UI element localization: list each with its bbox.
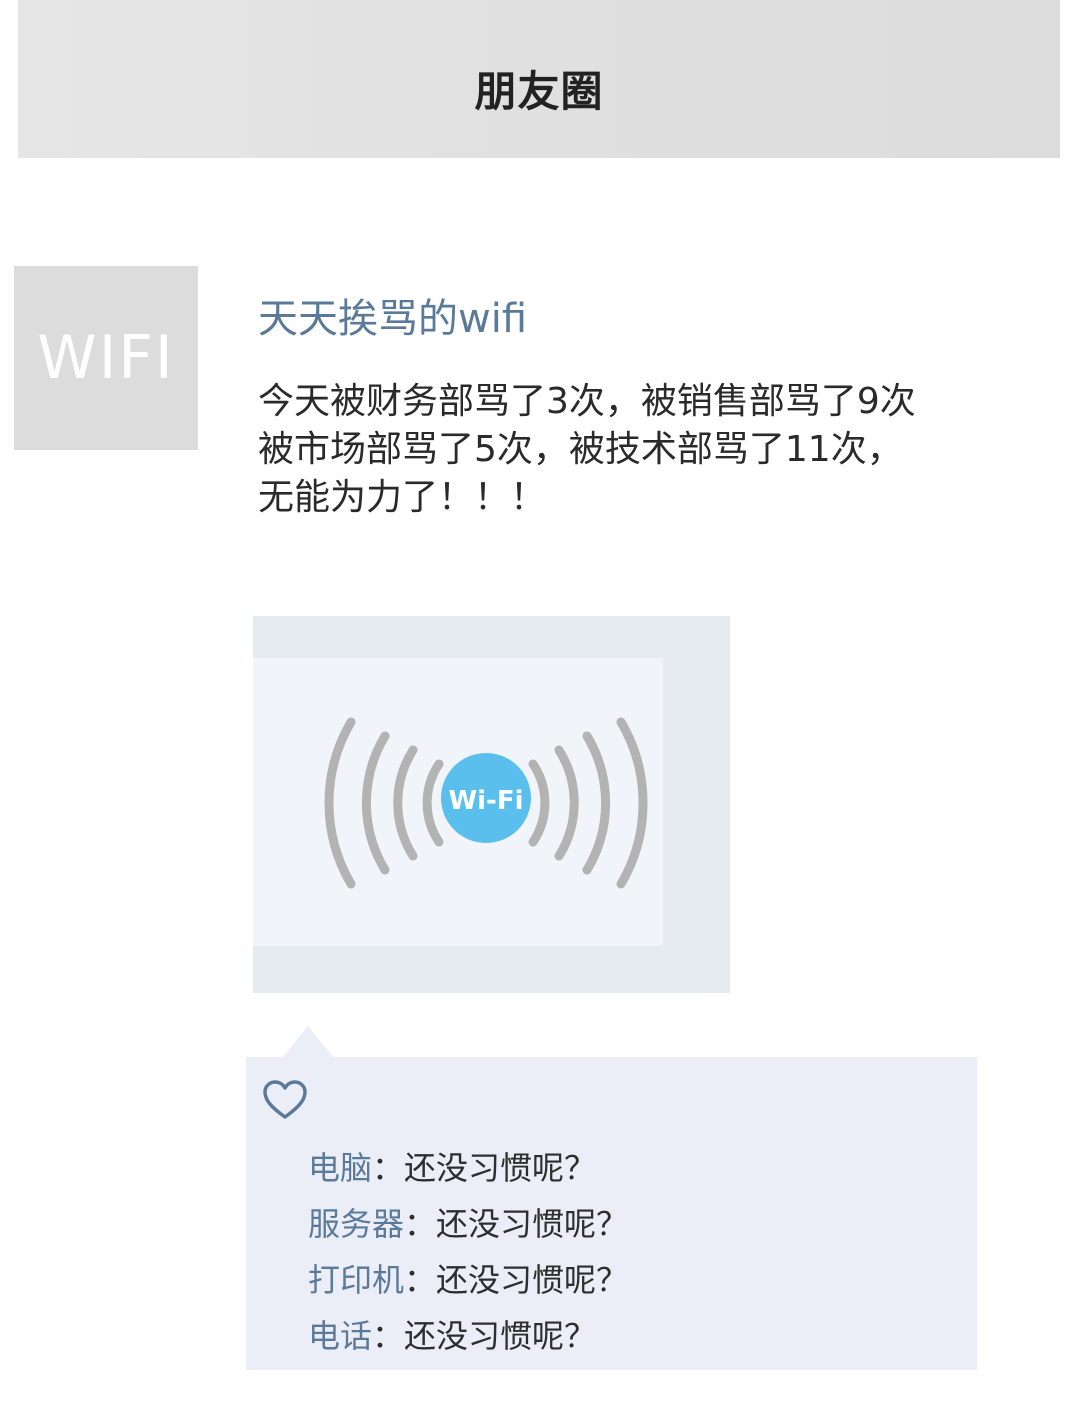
comment-separator: ： <box>372 1317 405 1355</box>
comment-item[interactable]: 电脑：还没习惯呢？ <box>308 1143 596 1189</box>
comment-text: 还没习惯呢？ <box>404 1317 597 1355</box>
wifi-arc-left-2 <box>393 745 418 861</box>
page-title: 朋友圈 <box>474 66 604 116</box>
wifi-signal-icon: Wi-Fi <box>324 717 648 889</box>
wifi-arc-right-2 <box>554 745 579 861</box>
wifi-arc-left-3 <box>361 731 390 875</box>
wifi-badge-label: Wi-Fi <box>448 786 523 816</box>
comment-text: 还没习惯呢？ <box>436 1261 629 1299</box>
wifi-arc-left-4 <box>324 717 356 889</box>
comment-separator: ： <box>404 1261 437 1299</box>
comment-text: 还没习惯呢？ <box>436 1205 629 1243</box>
comment-author[interactable]: 服务器 <box>308 1205 404 1243</box>
wifi-arc-right-3 <box>582 731 611 875</box>
post-text-line: 无能为力了！！！ <box>258 477 547 518</box>
comment-separator: ： <box>372 1149 405 1187</box>
comment-item[interactable]: 服务器：还没习惯呢？ <box>308 1199 628 1245</box>
comment-item[interactable]: 电话：还没习惯呢？ <box>308 1311 596 1357</box>
comment-separator: ： <box>404 1205 437 1243</box>
post-image[interactable]: Wi-Fi <box>253 616 730 993</box>
wifi-arc-right-4 <box>616 717 648 889</box>
wifi-arc-right-1 <box>528 759 550 847</box>
wifi-arc-left-1 <box>422 759 444 847</box>
comment-author[interactable]: 打印机 <box>308 1261 404 1299</box>
post-text: 今天被财务部骂了3次，被销售部骂了9次 被市场部骂了5次，被技术部骂了11次， … <box>258 378 1018 522</box>
comment-author[interactable]: 电话 <box>308 1317 372 1355</box>
comments-pointer <box>282 1026 334 1058</box>
comment-author[interactable]: 电脑 <box>308 1149 372 1187</box>
moments-page: 朋友圈 WIFI 天天挨骂的wifi 今天被财务部骂了3次，被销售部骂了9次 被… <box>0 0 1080 1408</box>
top-bar: 朋友圈 <box>18 0 1060 158</box>
post-text-line: 今天被财务部骂了3次，被销售部骂了9次 <box>258 381 916 422</box>
comment-item[interactable]: 打印机：还没习惯呢？ <box>308 1255 628 1301</box>
comment-text: 还没习惯呢？ <box>404 1149 597 1187</box>
avatar[interactable]: WIFI <box>14 266 198 450</box>
heart-icon[interactable] <box>262 1079 308 1121</box>
post-author-name[interactable]: 天天挨骂的wifi <box>258 286 527 344</box>
post-text-line: 被市场部骂了5次，被技术部骂了11次， <box>258 429 903 470</box>
comments-panel: 电脑：还没习惯呢？ 服务器：还没习惯呢？ 打印机：还没习惯呢？ 电话：还没习惯呢… <box>246 1057 977 1370</box>
avatar-label: WIFI <box>37 323 175 393</box>
